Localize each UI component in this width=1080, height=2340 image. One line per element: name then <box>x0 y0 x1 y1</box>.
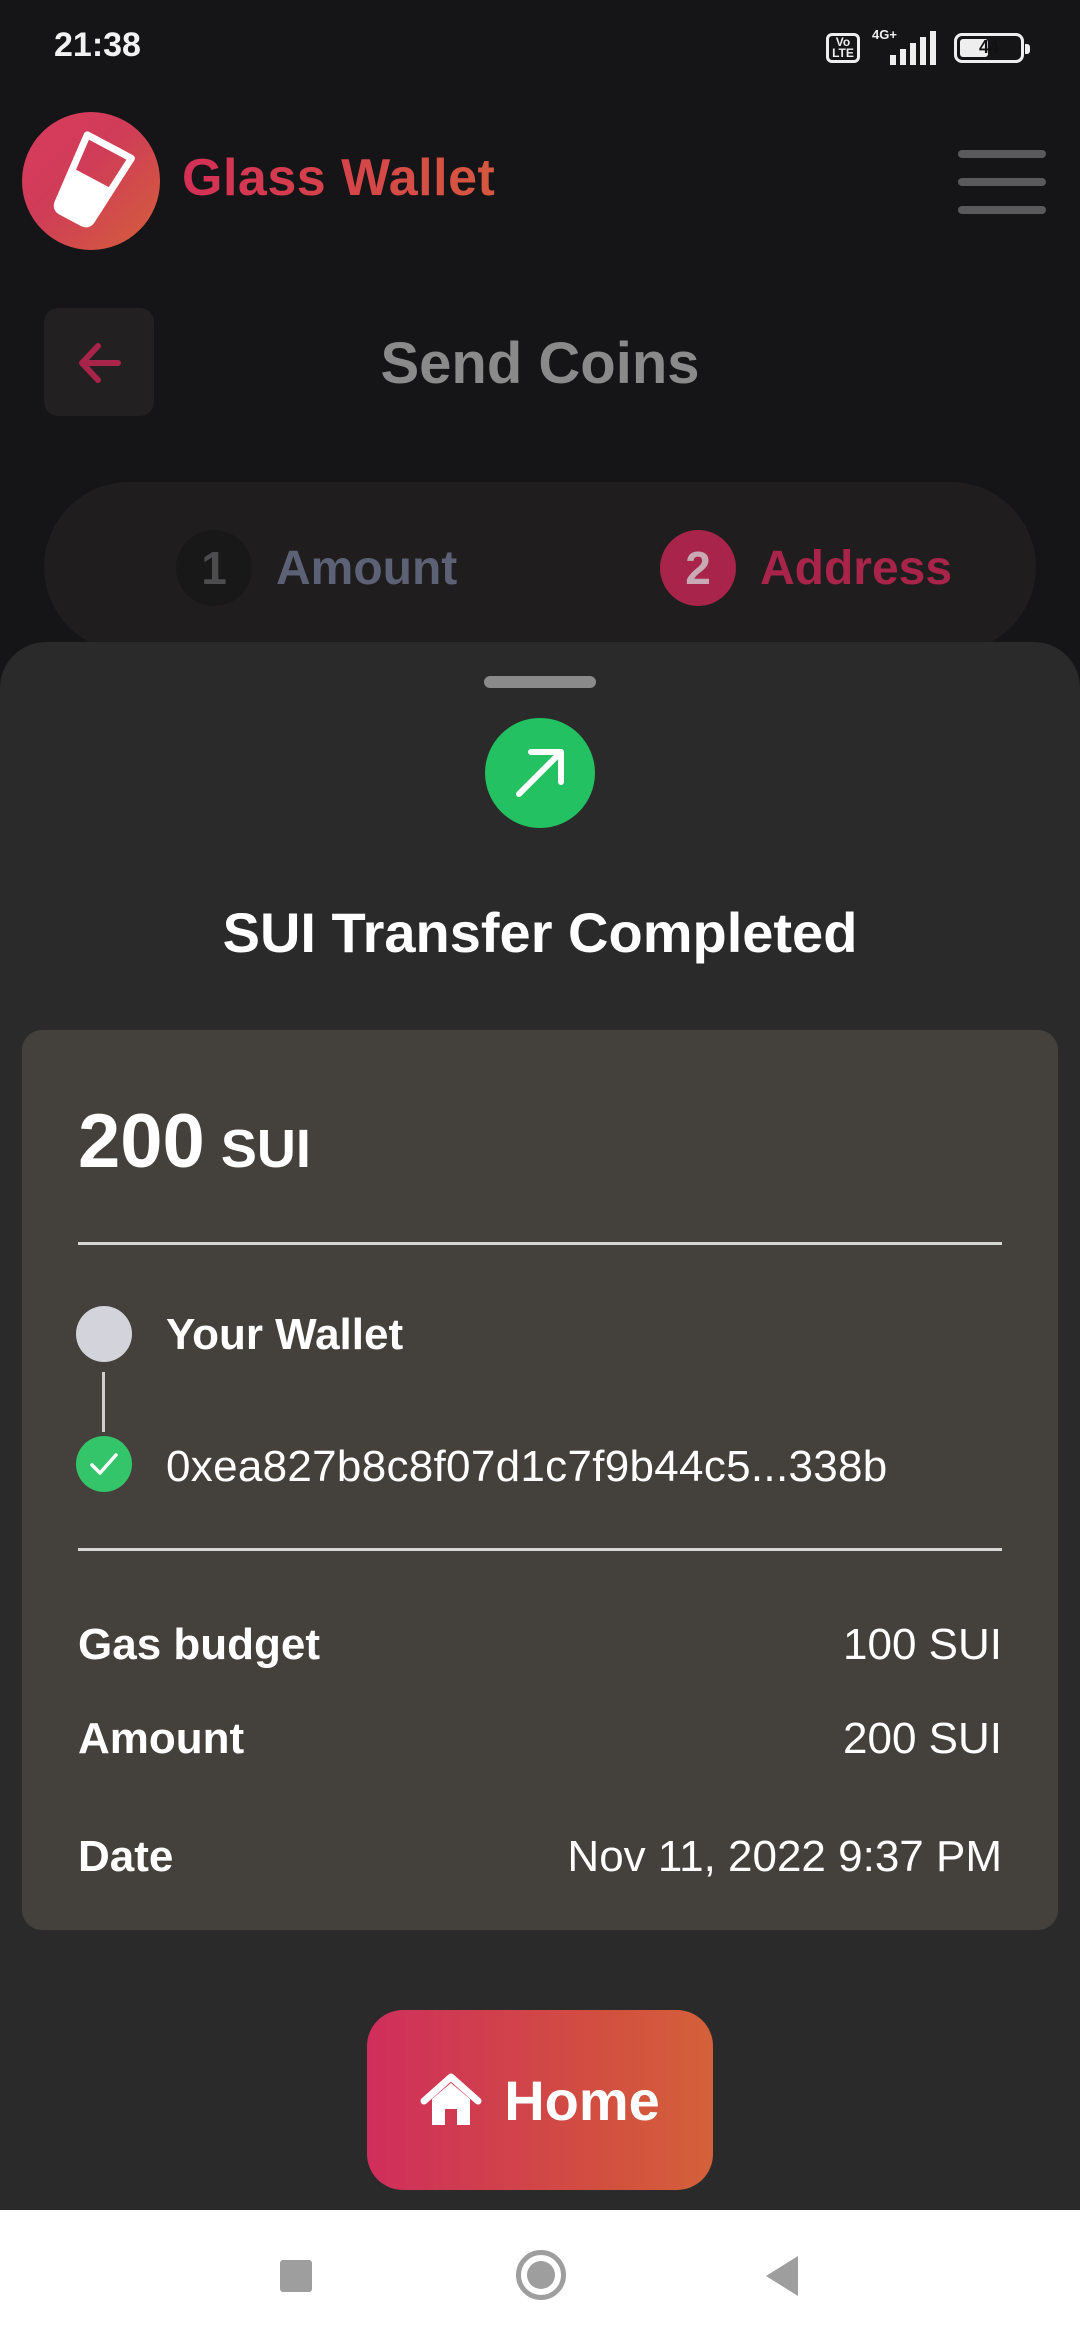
transfer-title: SUI Transfer Completed <box>222 901 858 964</box>
detail-row-gas-budget: Gas budget 100 SUI <box>78 1620 1002 1670</box>
volte-icon: Vo LTE <box>826 33 860 63</box>
detail-row-date: Date Nov 11, 2022 9:37 PM <box>78 1832 1002 1882</box>
from-wallet-label: Your Wallet <box>166 1310 404 1359</box>
status-time: 21:38 <box>54 26 141 64</box>
app-header: Glass Wallet <box>0 100 1080 270</box>
amount-value: 200 <box>78 1099 205 1184</box>
detail-label: Date <box>78 1832 174 1881</box>
signal-icon: 4G+ <box>872 27 942 65</box>
sheet-drag-handle[interactable] <box>484 676 596 688</box>
amount-unit: SUI <box>220 1119 311 1179</box>
detail-value: Nov 11, 2022 9:37 PM <box>567 1832 1002 1881</box>
page-title: Send Coins <box>380 331 700 396</box>
step-label: Address <box>760 541 953 595</box>
detail-value: 200 SUI <box>843 1714 1002 1763</box>
step-number: 1 <box>176 530 252 606</box>
transfer-summary-card: 200 SUI Your Wallet 0xea827b8c8f07d1c7f9… <box>22 1030 1058 1930</box>
home-button[interactable]: Home <box>367 2010 713 2190</box>
home-circle-icon[interactable] <box>516 2250 566 2300</box>
route-connector <box>102 1372 105 1432</box>
step-number: 2 <box>660 530 736 606</box>
status-bar: 21:38 Vo LTE 4G+ 44 <box>0 0 1080 100</box>
stepper: 1 Amount 2 Address <box>44 482 1036 652</box>
home-icon <box>420 2073 482 2125</box>
screen: 21:38 Vo LTE 4G+ 44 Glass Wallet Send Co… <box>0 0 1080 2340</box>
detail-value: 100 SUI <box>843 1620 1002 1669</box>
check-circle-icon <box>76 1436 132 1492</box>
battery-level: 44 <box>978 37 1000 57</box>
status-icons: Vo LTE 4G+ 44 <box>826 27 1030 68</box>
wallet-dot-icon <box>76 1306 132 1362</box>
recent-apps-icon[interactable] <box>280 2260 312 2292</box>
battery-icon: 44 <box>954 33 1030 63</box>
arrow-up-right-icon <box>485 718 595 828</box>
detail-label: Gas budget <box>78 1620 321 1669</box>
app-name: Glass Wallet <box>182 149 496 207</box>
detail-row-amount: Amount 200 SUI <box>78 1714 1002 1764</box>
system-navigation-bar <box>0 2210 1080 2340</box>
transfer-result-sheet: SUI Transfer Completed 200 SUI Your Wall… <box>0 642 1080 2210</box>
detail-label: Amount <box>78 1714 245 1763</box>
transfer-amount: 200 SUI <box>78 1098 311 1185</box>
back-triangle-icon[interactable] <box>766 2256 798 2296</box>
hamburger-menu-icon[interactable] <box>958 150 1046 214</box>
step-address[interactable]: 2 Address <box>660 530 952 606</box>
divider <box>78 1242 1002 1245</box>
divider <box>78 1548 1002 1551</box>
glass-icon <box>22 112 160 250</box>
step-amount[interactable]: 1 Amount <box>176 530 457 606</box>
recipient-address: 0xea827b8c8f07d1c7f9b44c5...338b <box>166 1442 888 1491</box>
home-button-label: Home <box>504 2068 660 2132</box>
step-label: Amount <box>276 541 458 595</box>
